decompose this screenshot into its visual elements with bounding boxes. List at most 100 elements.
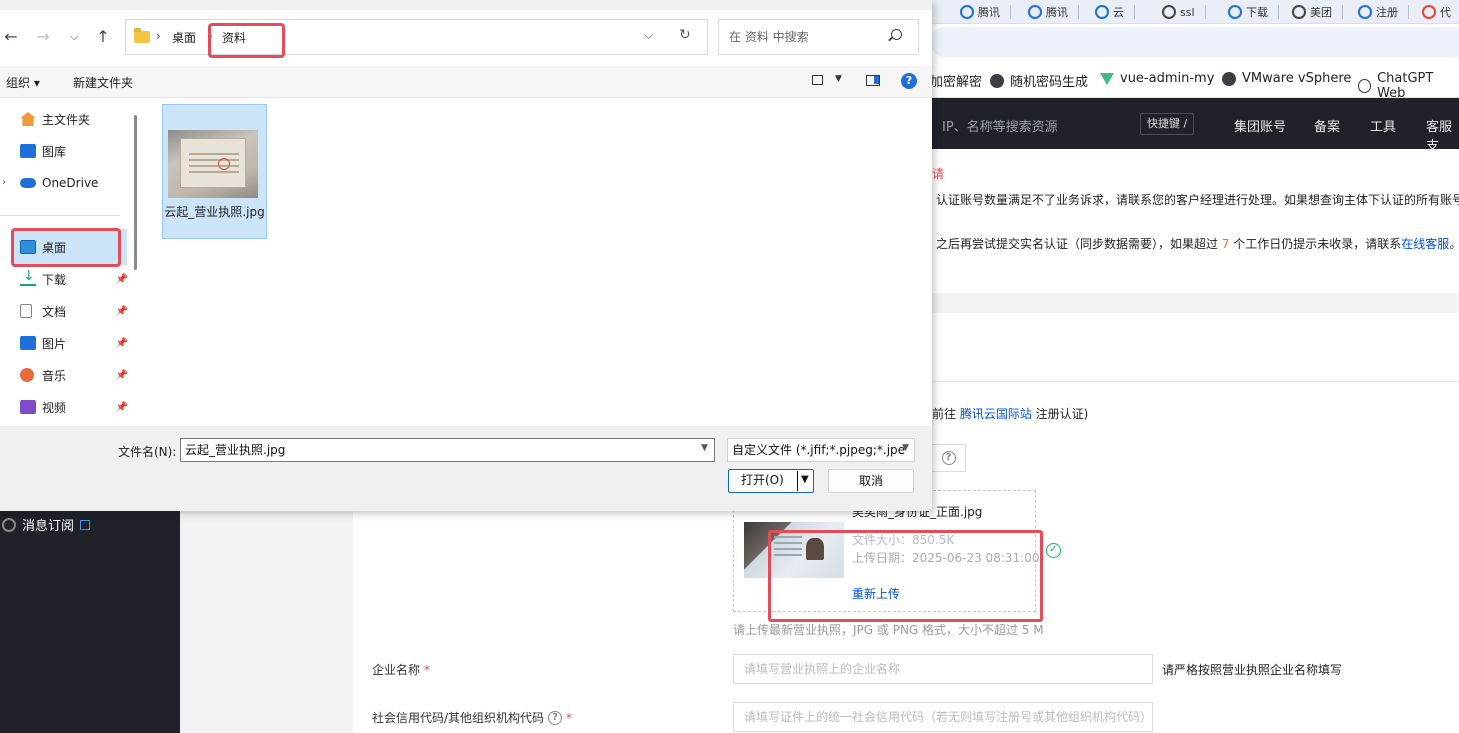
bookmark-item[interactable]: 随机密码生成: [990, 71, 1088, 90]
browser-tab[interactable]: 下载: [1228, 0, 1279, 24]
view-mode-icon[interactable]: [812, 75, 823, 85]
browser-tab[interactable]: 代: [1422, 0, 1451, 24]
notice-line-1: 认证账号数量满足不了业务诉求，请联系您的客户经理进行处理。如果想查询主体下认证的…: [936, 193, 1459, 207]
pin-icon: 📌: [115, 337, 128, 349]
external-link-icon: [80, 519, 91, 530]
chevron-down-icon[interactable]: ▼: [902, 443, 909, 453]
highlight-box: [768, 530, 1043, 622]
image-thumbnail: [168, 130, 258, 198]
home-icon: [20, 112, 36, 126]
back-arrow-icon[interactable]: ←: [0, 26, 22, 48]
help-icon[interactable]: ?: [901, 73, 917, 89]
browser-tab[interactable]: 腾讯: [1028, 0, 1079, 24]
cancel-button[interactable]: 取消: [828, 469, 914, 493]
chevron-down-icon[interactable]: ⌵: [63, 26, 85, 48]
file-item-name: 云起_营业执照.jpg: [164, 205, 265, 219]
nav-item-pictures[interactable]: 图片 📌: [20, 331, 128, 355]
notice-line-2: 之后再尝试提交实名认证（同步数据需要），如果超过 7 个工作日仍提示未收录，请联…: [936, 237, 1459, 251]
nav-tools[interactable]: 工具: [1370, 116, 1396, 135]
nav-item-documents[interactable]: 文档 📌: [20, 299, 128, 323]
download-icon: [1228, 5, 1242, 19]
online-support-link[interactable]: 在线客服: [1401, 237, 1449, 251]
cloud-icon: [1095, 5, 1109, 19]
bookmark-item[interactable]: 加密解密: [930, 71, 982, 90]
browser-tab[interactable]: 腾讯: [960, 0, 1011, 24]
credit-code-input[interactable]: 请填写证件上的统一社会信用代码（若无则填写注册号或其他组织机构代码）: [733, 702, 1153, 732]
pin-icon: 📌: [115, 305, 128, 317]
intl-site-link[interactable]: 腾讯云国际站: [960, 407, 1032, 421]
nav-item-downloads[interactable]: 下载📌: [20, 267, 128, 291]
google-icon: [1422, 5, 1436, 19]
browser-tab[interactable]: ssl: [1162, 0, 1206, 24]
globe-icon: [1162, 5, 1176, 19]
filename-input[interactable]: 云起_营业执照.jpg: [180, 438, 715, 462]
nav-group-account[interactable]: 集团账号: [1234, 116, 1286, 135]
nav-item-videos[interactable]: 视频 📌: [20, 395, 128, 419]
bookmark-item[interactable]: ChatGPT Web: [1358, 71, 1459, 101]
refresh-icon[interactable]: ↻: [679, 27, 691, 43]
credit-code-label: 社会信用代码/其他组织机构代码? *: [372, 710, 573, 725]
organize-menu[interactable]: 组织 ▾: [6, 74, 40, 91]
filename-label: 文件名(N):: [118, 445, 177, 459]
pin-icon: 📌: [115, 401, 128, 413]
browser-tab[interactable]: 美团: [1292, 0, 1343, 24]
caret-down-icon[interactable]: ▼: [835, 74, 842, 84]
cloud-icon: [960, 5, 974, 19]
sidebar-item-subscription[interactable]: 消息订阅: [0, 515, 91, 534]
nav-item-home[interactable]: 主文件夹: [20, 107, 128, 131]
up-arrow-icon[interactable]: ↑: [92, 26, 114, 48]
console-sidebar: [0, 510, 180, 733]
forward-arrow-icon[interactable]: →: [32, 26, 54, 48]
nav-support[interactable]: 客服支: [1426, 116, 1459, 154]
upload-hint: 请上传最新营业执照，JPG 或 PNG 格式，大小不超过 5 M: [733, 623, 1044, 637]
download-icon: [20, 268, 36, 286]
new-folder-button[interactable]: 新建文件夹: [73, 74, 133, 91]
notice-mark: 请: [932, 167, 945, 181]
folder-search-input[interactable]: 在 资料 中搜索: [718, 19, 919, 55]
nav-filing[interactable]: 备案: [1314, 116, 1340, 135]
resource-search-input[interactable]: IP、名称等搜索资源: [942, 116, 1058, 135]
nav-scrollbar[interactable]: [134, 115, 137, 270]
divider: [0, 215, 120, 216]
address-bar[interactable]: [930, 27, 1459, 57]
company-name-tip: 请严格按照营业执照企业名称填写: [1162, 663, 1343, 677]
chevron-right-icon[interactable]: ›: [156, 29, 161, 43]
cloud-icon: [1028, 5, 1042, 19]
document-icon: [20, 304, 32, 318]
cloud-icon: [20, 178, 36, 188]
question-icon: ?: [941, 451, 956, 465]
browser-tab[interactable]: 注册: [1358, 0, 1409, 24]
company-name-label: 企业名称 *: [372, 662, 431, 678]
search-icon[interactable]: [891, 29, 902, 40]
breadcrumb-desktop[interactable]: 桌面: [172, 29, 196, 46]
chevron-right-icon[interactable]: ›: [2, 177, 6, 188]
section-divider: [932, 293, 1459, 313]
file-type-select[interactable]: 自定义文件 (*.jfif;*.pjpeg;*.jpe: [727, 438, 915, 462]
preview-pane-icon[interactable]: [866, 75, 880, 86]
dialog-toolbar: [0, 66, 932, 98]
bookmark-item[interactable]: vue-admin-my: [1100, 71, 1214, 86]
pin-icon: 📌: [115, 369, 128, 381]
highlight-box: [11, 228, 121, 267]
folder-icon: [134, 28, 150, 43]
nav-item-gallery[interactable]: 图库: [20, 139, 128, 163]
browser-tab[interactable]: 云: [1095, 0, 1135, 24]
nav-item-music[interactable]: 音乐 📌: [20, 363, 128, 387]
pictures-icon: [20, 336, 36, 350]
chevron-down-icon[interactable]: ▼: [701, 443, 708, 453]
company-name-input[interactable]: 请填写营业执照上的企业名称: [733, 654, 1153, 684]
question-icon[interactable]: ?: [548, 710, 563, 725]
chatgpt-icon: [1358, 79, 1372, 93]
button-divider: [797, 471, 798, 491]
globe-icon: [1222, 71, 1236, 86]
chevron-down-icon[interactable]: ⌵: [644, 28, 653, 43]
divider: [932, 381, 1459, 382]
gear-icon: [2, 517, 16, 532]
nav-item-onedrive[interactable]: OneDrive: [20, 171, 128, 195]
caret-down-icon[interactable]: ▼: [801, 474, 809, 485]
cloud-icon: [1358, 5, 1372, 19]
globe-icon: [1292, 5, 1306, 19]
highlight-box: [208, 23, 285, 58]
bookmark-item[interactable]: VMware vSphere: [1222, 71, 1351, 86]
field-help[interactable]: ?: [932, 444, 966, 472]
